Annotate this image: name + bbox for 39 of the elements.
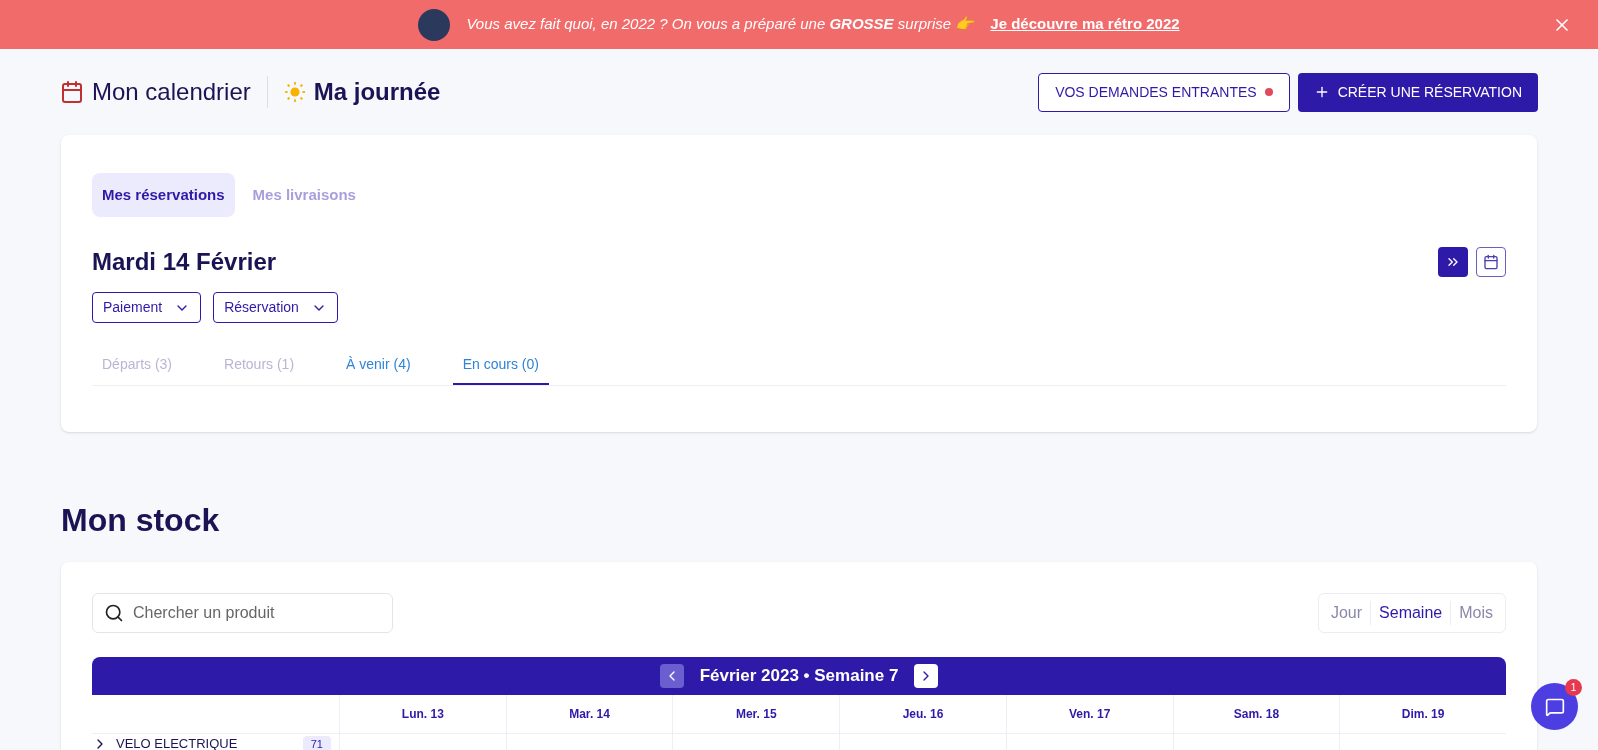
page-title: Mon calendrier: [92, 77, 251, 107]
view-option[interactable]: Semaine: [1370, 601, 1451, 625]
day-column-header: Jeu. 16: [839, 695, 1006, 733]
day-title: Mardi 14 Février: [92, 247, 277, 277]
sun-icon: [283, 81, 306, 103]
status-tab[interactable]: À venir (4): [336, 345, 421, 385]
day-column-header: Mar. 14: [505, 695, 673, 733]
tab[interactable]: Mes réservations: [92, 173, 235, 217]
calendar-button[interactable]: [1476, 247, 1506, 277]
day-column-header: Lun. 13: [339, 695, 506, 733]
search-icon: [104, 603, 124, 623]
status-tab[interactable]: En cours (0): [452, 345, 549, 385]
filter-dropdown[interactable]: Réservation: [213, 292, 338, 323]
page-subtitle: Ma journée: [313, 77, 441, 107]
day-column-header: Sam. 18: [1172, 695, 1340, 733]
tab[interactable]: Mes livraisons: [242, 173, 366, 217]
view-option[interactable]: Jour: [1322, 601, 1371, 625]
calendar-icon: [1483, 254, 1499, 270]
section-title: Mon stock: [61, 504, 221, 536]
chat-badge: 1: [1565, 679, 1582, 696]
forward-button[interactable]: [1438, 247, 1468, 277]
period-title: Février 2023 • Semaine 7: [699, 665, 899, 688]
day-column-header: Dim. 19: [1339, 695, 1506, 733]
banner-text: Vous avez fait quoi, en 2022 ? On vous a préparé une GROSSE surprise 👉: [466, 14, 975, 35]
day-column-header: Mer. 15: [672, 695, 840, 733]
view-option[interactable]: Mois: [1450, 601, 1501, 625]
search-field[interactable]: Chercher un produit: [92, 593, 393, 633]
product-name: VELO ELECTRIQUE: [116, 735, 239, 750]
chat-icon: [1544, 696, 1565, 717]
avatar: [418, 8, 451, 41]
requests-button[interactable]: VOS DEMANDES ENTRANTES: [1038, 72, 1290, 112]
count-badge: 71: [302, 735, 331, 750]
day-column-header: Ven. 17: [1005, 695, 1173, 733]
calendar-icon: [60, 80, 84, 104]
create-button[interactable]: CRÉER UNE RÉSERVATION: [1297, 72, 1538, 112]
filter-dropdown[interactable]: Paiement: [92, 292, 202, 323]
banner-link[interactable]: Je découvre ma rétro 2022: [990, 13, 1180, 36]
previous-button[interactable]: [659, 664, 684, 688]
next-button[interactable]: [914, 664, 939, 688]
